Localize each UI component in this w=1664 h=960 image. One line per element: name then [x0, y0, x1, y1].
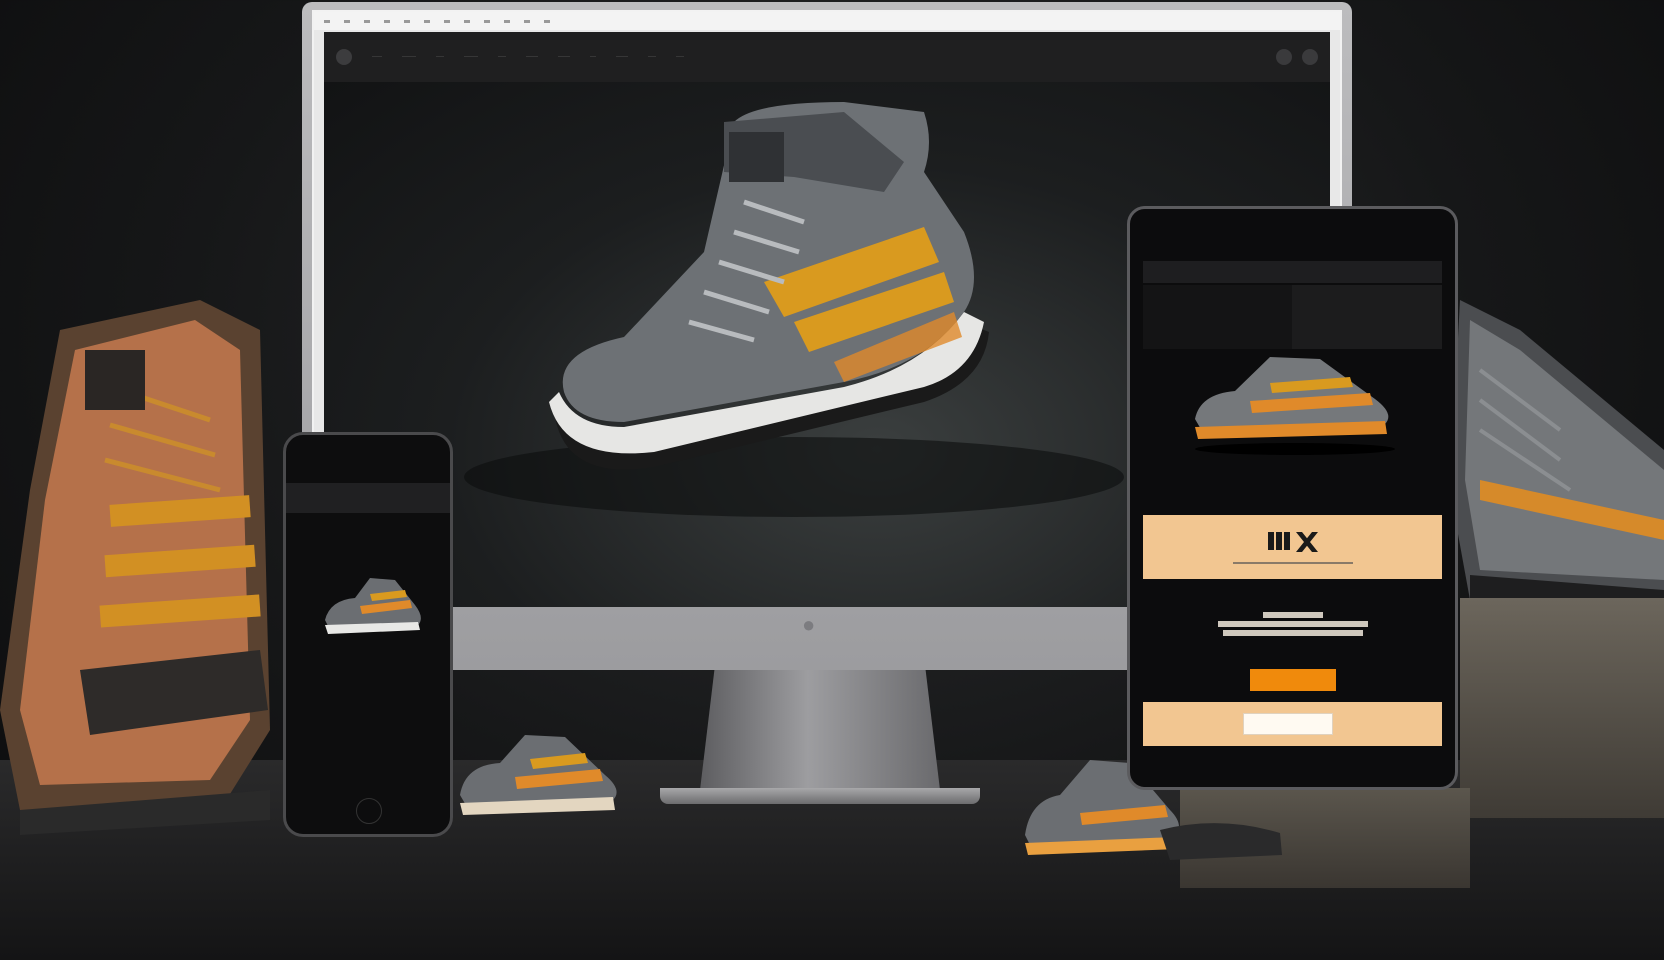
home-button[interactable] [356, 798, 382, 824]
nav-link[interactable]: ···· [676, 54, 684, 60]
brand-tagline [1232, 560, 1353, 566]
phone-nav-bar [286, 483, 450, 513]
nav-link[interactable]: ······· [402, 54, 416, 60]
brand-logo-mark [1267, 532, 1318, 552]
nav-link[interactable]: ···· [498, 54, 506, 60]
nav-link[interactable]: ······· [464, 54, 478, 60]
site-navigation: ····· ······· ···· ······· ···· ······ ·… [324, 32, 1330, 82]
search-icon[interactable] [1276, 49, 1292, 65]
nav-link[interactable]: ··· [590, 54, 596, 60]
phone-sneaker-image [325, 578, 421, 634]
cart-icon[interactable] [1302, 49, 1318, 65]
floor-sneaker-left-image [460, 735, 617, 815]
nav-link[interactable]: ······ [526, 54, 538, 60]
right-pedestal [1460, 598, 1664, 818]
nav-link[interactable]: ······ [558, 54, 570, 60]
monitor-stand [700, 670, 940, 790]
browser-tab[interactable] [444, 19, 450, 23]
smartphone [283, 432, 453, 837]
browser-tab[interactable] [484, 19, 490, 23]
tablet-sneaker-image [1195, 357, 1395, 455]
left-boot-image [0, 300, 270, 835]
tablet-menu-panel [1292, 285, 1442, 349]
browser-tab[interactable] [544, 19, 550, 23]
shop-now-button[interactable] [1250, 669, 1336, 691]
browser-back-icon[interactable] [324, 19, 330, 23]
nav-link[interactable]: ···· [436, 54, 444, 60]
tablet [1127, 206, 1458, 790]
browser-forward-icon[interactable] [344, 19, 350, 23]
nav-link[interactable]: ···· [648, 54, 656, 60]
browser-tab[interactable] [464, 19, 470, 23]
browser-reload-icon[interactable] [364, 19, 370, 23]
tablet-nav-bar [1143, 261, 1442, 283]
monitor-stand-base [660, 788, 980, 804]
browser-tab[interactable] [524, 19, 530, 23]
browser-toolbar [314, 12, 1340, 30]
email-field[interactable] [1243, 713, 1333, 735]
browser-tab[interactable] [424, 19, 430, 23]
browser-tab[interactable] [384, 19, 390, 23]
apple-logo-icon: ● [802, 612, 816, 637]
browser-tab[interactable] [504, 19, 510, 23]
nav-link[interactable]: ····· [372, 54, 382, 60]
newsletter-band [1143, 702, 1442, 746]
tablet-subnav [1143, 285, 1442, 349]
nav-link[interactable]: ······ [616, 54, 628, 60]
right-boot-image [1450, 300, 1664, 620]
brand-banner [1143, 515, 1442, 579]
browser-tab[interactable] [404, 19, 410, 23]
site-logo[interactable] [336, 49, 352, 65]
tablet-headline [1143, 609, 1442, 639]
